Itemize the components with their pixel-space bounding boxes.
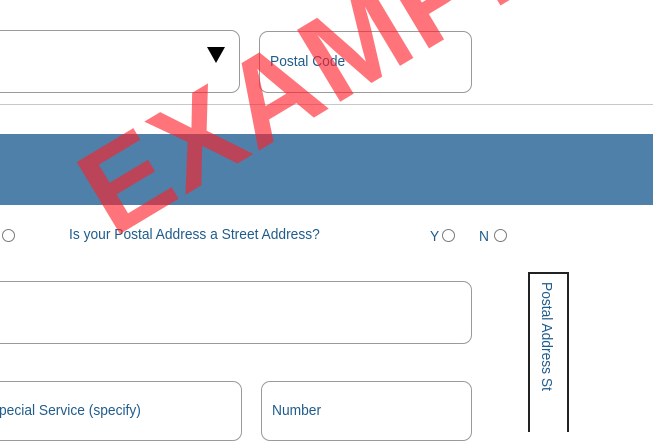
special-service-field[interactable]: pecial Service (specify) xyxy=(0,381,242,441)
no-radio-button[interactable] xyxy=(494,229,507,242)
dropdown-arrow-icon[interactable] xyxy=(207,47,225,63)
section-divider xyxy=(0,104,653,105)
postal-code-label: Postal Code xyxy=(270,53,346,70)
section-header-banner xyxy=(0,134,653,205)
street-address-question: Is your Postal Address a Street Address? xyxy=(69,226,320,243)
postal-address-side-label: Postal Address St xyxy=(528,272,569,432)
number-label: Number xyxy=(272,402,322,419)
postal-code-field[interactable]: Postal Code xyxy=(259,31,472,93)
previous-radio-button[interactable] xyxy=(2,229,15,242)
yes-radio-button[interactable] xyxy=(442,229,455,242)
no-label: N xyxy=(479,228,489,245)
side-label-text: Postal Address St xyxy=(538,282,555,391)
yes-label: Y xyxy=(430,228,440,245)
postal-address-line-field[interactable] xyxy=(0,281,472,344)
number-field[interactable]: Number xyxy=(261,381,472,441)
special-service-label: pecial Service (specify) xyxy=(0,402,141,419)
state-dropdown[interactable] xyxy=(0,30,240,93)
